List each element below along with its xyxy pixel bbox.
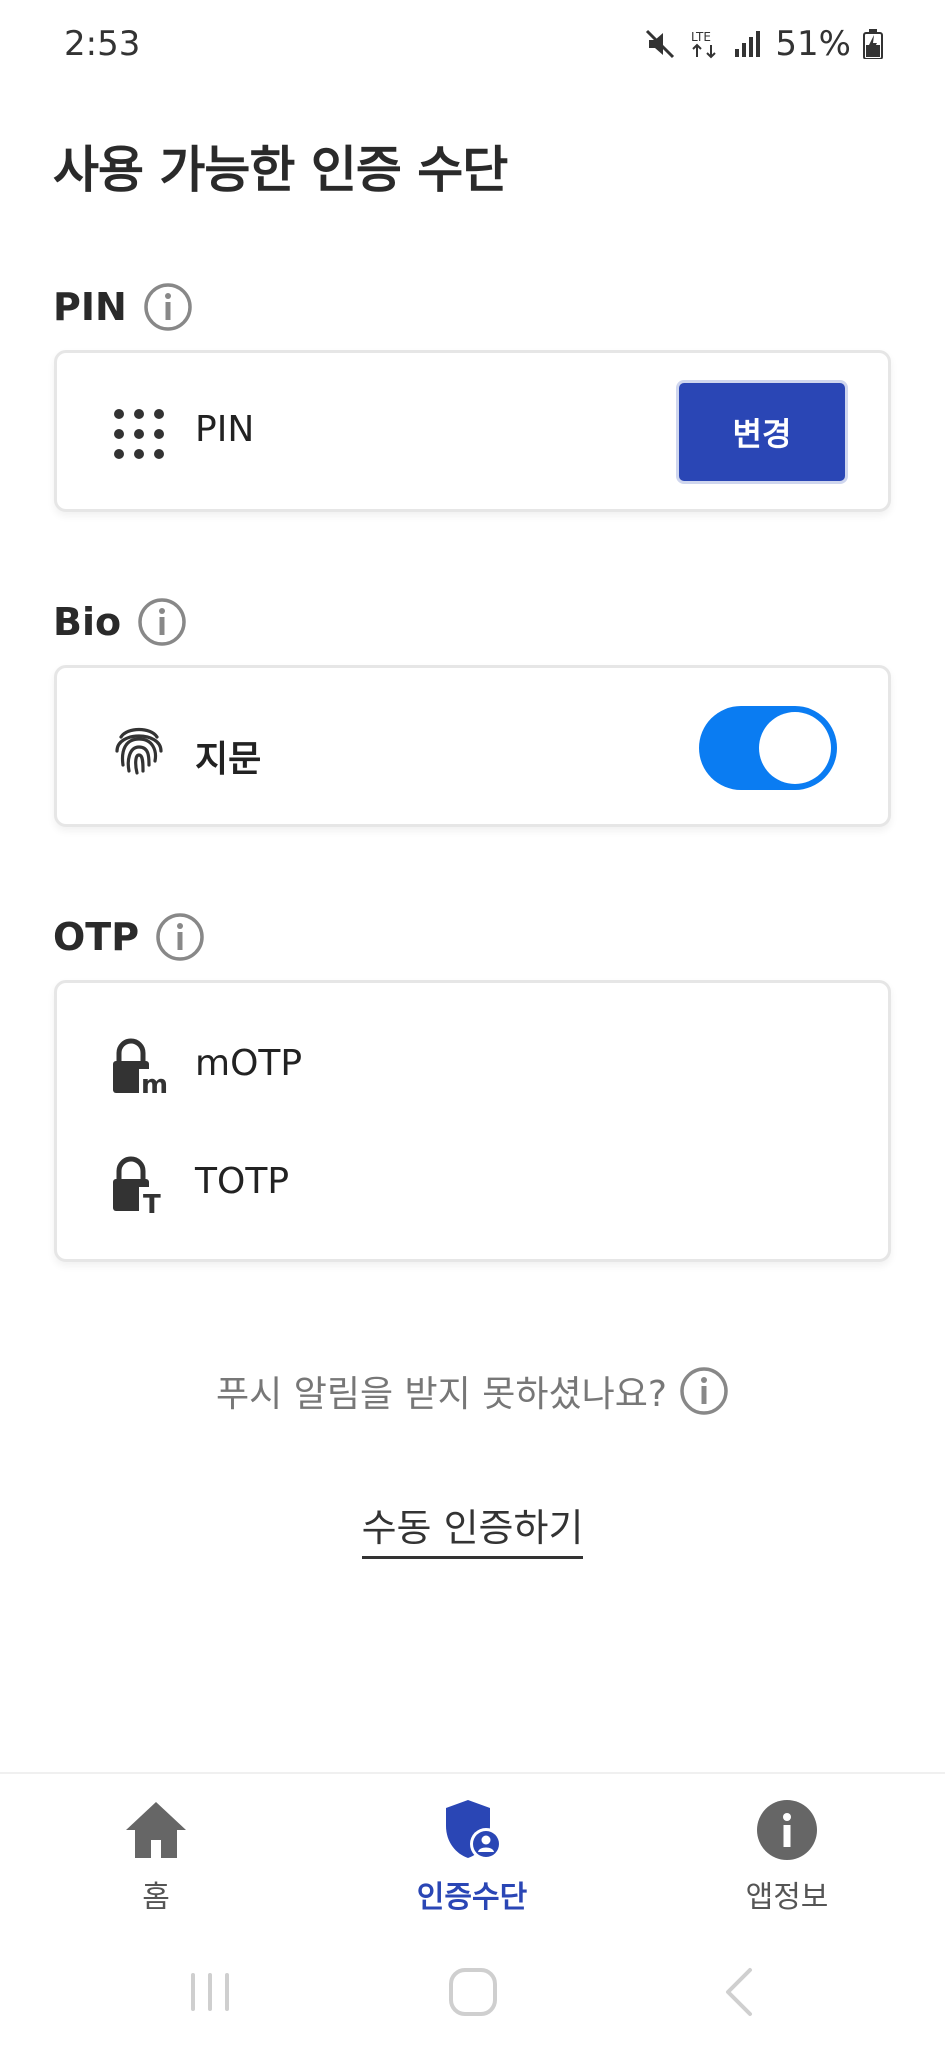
svg-text:m: m xyxy=(141,1070,168,1095)
manual-auth-link-row: 수동 인증하기 xyxy=(0,1497,945,1559)
pin-section-header: PIN xyxy=(53,282,193,332)
recents-button[interactable] xyxy=(170,1962,250,2022)
otp-item-totp[interactable]: T TOTP xyxy=(57,1123,888,1263)
otp-card: m mOTP T TOTP xyxy=(54,980,891,1262)
push-question-text: 푸시 알림을 받지 못하셨나요? xyxy=(216,1374,667,1415)
svg-text:T: T xyxy=(143,1190,161,1213)
fingerprint-icon xyxy=(109,719,169,779)
toggle-knob xyxy=(759,712,831,784)
keypad-icon xyxy=(109,404,169,464)
otp-section-label: OTP xyxy=(53,915,140,959)
mute-icon xyxy=(646,29,675,59)
pin-section-label: PIN xyxy=(53,285,127,329)
fingerprint-label: 지문 xyxy=(195,739,262,780)
bio-section-header: Bio xyxy=(53,597,187,647)
battery-percent: 51% xyxy=(775,24,851,64)
shield-user-icon xyxy=(446,1800,502,1860)
nav-label-auth-methods: 인증수단 xyxy=(416,1880,528,1915)
lte-icon: LTE xyxy=(691,30,717,59)
info-icon[interactable] xyxy=(143,282,193,332)
fingerprint-toggle[interactable] xyxy=(699,706,837,790)
battery-icon xyxy=(863,29,883,59)
pin-card: PIN 변경 xyxy=(54,350,891,512)
signal-icon xyxy=(735,31,761,57)
system-nav-bar xyxy=(0,1942,945,2048)
bio-card: 지문 xyxy=(54,665,891,827)
svg-text:LTE: LTE xyxy=(691,30,711,44)
lock-m-icon: m xyxy=(109,1035,169,1095)
recents-icon xyxy=(191,1973,229,2011)
home-icon xyxy=(126,1802,186,1858)
manual-auth-link[interactable]: 수동 인증하기 xyxy=(361,1506,584,1559)
nav-label-app-info: 앱정보 xyxy=(745,1880,829,1915)
bottom-nav: 홈 인증수단 앱정보 xyxy=(0,1772,945,1942)
pin-item-label: PIN xyxy=(195,409,255,450)
back-chevron-icon xyxy=(726,1968,752,2016)
bio-section-label: Bio xyxy=(53,600,122,644)
otp-item-motp[interactable]: m mOTP xyxy=(57,983,888,1123)
otp-section-header: OTP xyxy=(53,912,205,962)
nav-item-home[interactable]: 홈 xyxy=(36,1796,276,1916)
info-icon[interactable] xyxy=(679,1366,729,1416)
info-icon[interactable] xyxy=(137,597,187,647)
push-question-row: 푸시 알림을 받지 못하셨나요? xyxy=(0,1365,945,1417)
otp-item-label: mOTP xyxy=(195,1043,303,1084)
nav-item-auth-methods[interactable]: 인증수단 xyxy=(352,1796,592,1916)
nav-item-app-info[interactable]: 앱정보 xyxy=(667,1796,907,1916)
back-button[interactable] xyxy=(700,1962,780,2022)
otp-item-label: TOTP xyxy=(195,1161,290,1202)
status-icons: LTE 51% xyxy=(643,24,883,64)
home-square-icon xyxy=(449,1968,497,2016)
info-circle-icon xyxy=(757,1800,817,1860)
info-icon[interactable] xyxy=(155,912,205,962)
home-system-button[interactable] xyxy=(433,1962,513,2022)
status-time: 2:53 xyxy=(64,24,141,64)
status-bar: 2:53 LTE 51% xyxy=(0,0,945,92)
page-title: 사용 가능한 인증 수단 xyxy=(53,141,508,199)
lock-t-icon: T xyxy=(109,1153,169,1213)
nav-label-home: 홈 xyxy=(142,1880,170,1915)
pin-change-button[interactable]: 변경 xyxy=(676,380,848,484)
